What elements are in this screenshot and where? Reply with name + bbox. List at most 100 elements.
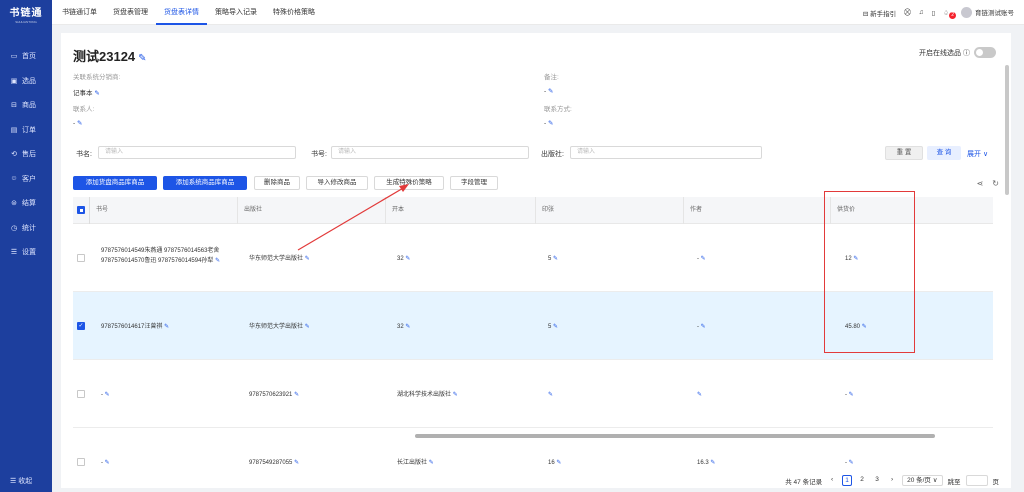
- page-size-select[interactable]: 20 条/页 ∨: [902, 475, 943, 486]
- edit-icon[interactable]: ✎: [710, 460, 715, 466]
- field-manage-button[interactable]: 字段管理: [450, 176, 498, 190]
- query-button[interactable]: 查 询: [927, 146, 961, 160]
- next-page-button[interactable]: ›: [887, 475, 897, 486]
- edit-icon[interactable]: ✎: [701, 256, 706, 262]
- tab-orders[interactable]: 书链通订单: [54, 0, 105, 25]
- edit-distributor-icon[interactable]: ✎: [94, 90, 99, 97]
- page-2-button[interactable]: 2: [857, 475, 867, 486]
- col-format-header[interactable]: 开本: [385, 197, 535, 224]
- headset-icon[interactable]: ♫: [919, 9, 924, 16]
- publisher-filter-input[interactable]: 请输入: [570, 146, 762, 159]
- author-text: -: [697, 256, 699, 262]
- title-filter-label: 书名:: [76, 151, 92, 158]
- customer-icon: ☺: [10, 175, 18, 183]
- online-select-switch[interactable]: [974, 47, 996, 58]
- tab-pallet-manage[interactable]: 货盘表管理: [105, 0, 156, 25]
- guide-link[interactable]: ⊟ 新手指引: [863, 8, 896, 18]
- isbn-filter-input[interactable]: 请输入: [331, 146, 529, 159]
- edit-icon[interactable]: ✎: [553, 324, 558, 330]
- sidebar-item-settle[interactable]: ⊜ 结算: [0, 191, 52, 216]
- tab-pallet-detail[interactable]: 货盘表详情: [156, 0, 207, 25]
- sidebar-item-home[interactable]: ▭ 首页: [0, 44, 52, 69]
- sidebar-nav: ▭ 首页 ▣ 选品 ⊟ 商品 ▤ 订单 ⟲ 售后 ☺ 客户 ⊜ 结算 ◷ 统计 ☰ 设置: [0, 44, 52, 265]
- app-logo[interactable]: 书链通 SHULIANTONG: [0, 0, 52, 28]
- sidebar-item-customer[interactable]: ☺ 客户: [0, 167, 52, 192]
- add-pallet-product-button[interactable]: 添加货盘商品库商品: [73, 176, 157, 190]
- top-bar: 书链通订单 货盘表管理 货盘表详情 策略导入记录 特殊价格策略 ⊟ 新手指引 ⛒…: [52, 0, 1024, 25]
- link-icon[interactable]: ⛒: [904, 9, 911, 17]
- edit-icon[interactable]: ✎: [701, 324, 706, 330]
- edit-icon[interactable]: ✎: [548, 392, 553, 398]
- edit-icon[interactable]: ✎: [305, 324, 310, 330]
- jump-page-input[interactable]: [965, 475, 988, 486]
- author-cell: - ✎: [697, 322, 706, 332]
- edit-icon[interactable]: ✎: [553, 256, 558, 262]
- sidebar-collapse-button[interactable]: ☰ 收起: [10, 476, 32, 486]
- row-checkbox[interactable]: ✓: [77, 322, 85, 330]
- edit-title-icon[interactable]: ✎: [138, 53, 146, 64]
- import-modify-button[interactable]: 导入修改商品: [306, 176, 368, 190]
- format-text: 32: [397, 256, 404, 262]
- top-right-tools: ⊟ 新手指引 ⛒ ♫ ▯ ♤ 2 育链测试账号: [863, 0, 1014, 25]
- col-publisher-header[interactable]: 出版社: [237, 197, 385, 224]
- add-system-product-button[interactable]: 添加系统商品库商品: [163, 176, 247, 190]
- title-filter-input[interactable]: 请输入: [98, 146, 296, 159]
- sidebar-item-stats[interactable]: ◷ 统计: [0, 216, 52, 241]
- edit-icon[interactable]: ✎: [294, 392, 299, 398]
- format-cell: 32 ✎: [397, 322, 410, 332]
- horizontal-scrollbar[interactable]: [415, 434, 935, 438]
- reset-button[interactable]: 重 置: [885, 146, 923, 160]
- tab-import-records[interactable]: 策略导入记录: [207, 0, 265, 25]
- edit-icon[interactable]: ✎: [849, 460, 854, 466]
- edit-icon[interactable]: ✎: [849, 392, 854, 398]
- generate-special-price-button[interactable]: 生成特殊价策略: [374, 176, 444, 190]
- sidebar-item-settings[interactable]: ☰ 设置: [0, 240, 52, 265]
- sidebar-item-order[interactable]: ▤ 订单: [0, 118, 52, 143]
- row-checkbox[interactable]: [77, 254, 85, 262]
- sidebar-item-select[interactable]: ▣ 选品: [0, 69, 52, 94]
- sheets-cell: 5 ✎: [548, 322, 558, 332]
- edit-remark-icon[interactable]: ✎: [548, 88, 553, 95]
- edit-icon[interactable]: ✎: [429, 460, 434, 466]
- sidebar-item-after-sale[interactable]: ⟲ 售后: [0, 142, 52, 167]
- author-cell: - ✎: [697, 254, 706, 264]
- edit-icon[interactable]: ✎: [556, 460, 561, 466]
- distributor-value: 记事本 ✎: [73, 87, 100, 97]
- edit-contact-icon[interactable]: ✎: [77, 120, 82, 127]
- contact-label: 联系人:: [73, 106, 95, 113]
- edit-icon[interactable]: ✎: [164, 324, 169, 330]
- jump-label: 跳至: [947, 478, 961, 486]
- prev-page-button[interactable]: ‹: [827, 475, 837, 486]
- page-1-button[interactable]: 1: [842, 475, 853, 486]
- edit-icon[interactable]: ✎: [105, 460, 110, 466]
- mobile-icon[interactable]: ▯: [932, 9, 936, 17]
- publisher-text: 9787570623921: [249, 392, 293, 398]
- edit-icon[interactable]: ✎: [294, 460, 299, 466]
- edit-icon[interactable]: ✎: [105, 392, 110, 398]
- edit-icon[interactable]: ✎: [305, 256, 310, 262]
- row-checkbox[interactable]: [77, 458, 85, 466]
- edit-icon[interactable]: ✎: [697, 392, 702, 398]
- refresh-icon[interactable]: ↻: [992, 179, 999, 188]
- col-sheets-header[interactable]: 印张: [535, 197, 683, 224]
- edit-icon[interactable]: ✎: [453, 392, 458, 398]
- share-icon[interactable]: ⋖: [977, 179, 984, 188]
- table-row[interactable]: - ✎ 9787570623921 ✎ 湖北科学技术出版社 ✎ ✎ ✎ - ✎: [73, 360, 993, 428]
- col-author-header[interactable]: 作者: [683, 197, 830, 224]
- edit-icon[interactable]: ✎: [405, 324, 410, 330]
- sidebar-item-goods[interactable]: ⊟ 商品: [0, 93, 52, 118]
- notification-bell[interactable]: ♤ 2: [943, 9, 956, 19]
- col-isbn-header[interactable]: 书号: [89, 197, 237, 224]
- row-checkbox[interactable]: [77, 390, 85, 398]
- edit-icon[interactable]: ✎: [405, 256, 410, 262]
- expand-filters-button[interactable]: 展开 ∨: [967, 149, 988, 159]
- select-all-checkbox[interactable]: [77, 206, 85, 214]
- tab-special-price[interactable]: 特殊价格策略: [265, 0, 323, 25]
- edit-phone-icon[interactable]: ✎: [548, 120, 553, 127]
- online-select-label: 开启在线选品 ⓘ: [919, 49, 970, 57]
- vertical-scrollbar[interactable]: [1005, 65, 1009, 195]
- edit-icon[interactable]: ✎: [215, 258, 220, 264]
- page-3-button[interactable]: 3: [872, 475, 882, 486]
- delete-product-button[interactable]: 删除商品: [254, 176, 300, 190]
- account-menu[interactable]: 育链测试账号: [961, 7, 1014, 19]
